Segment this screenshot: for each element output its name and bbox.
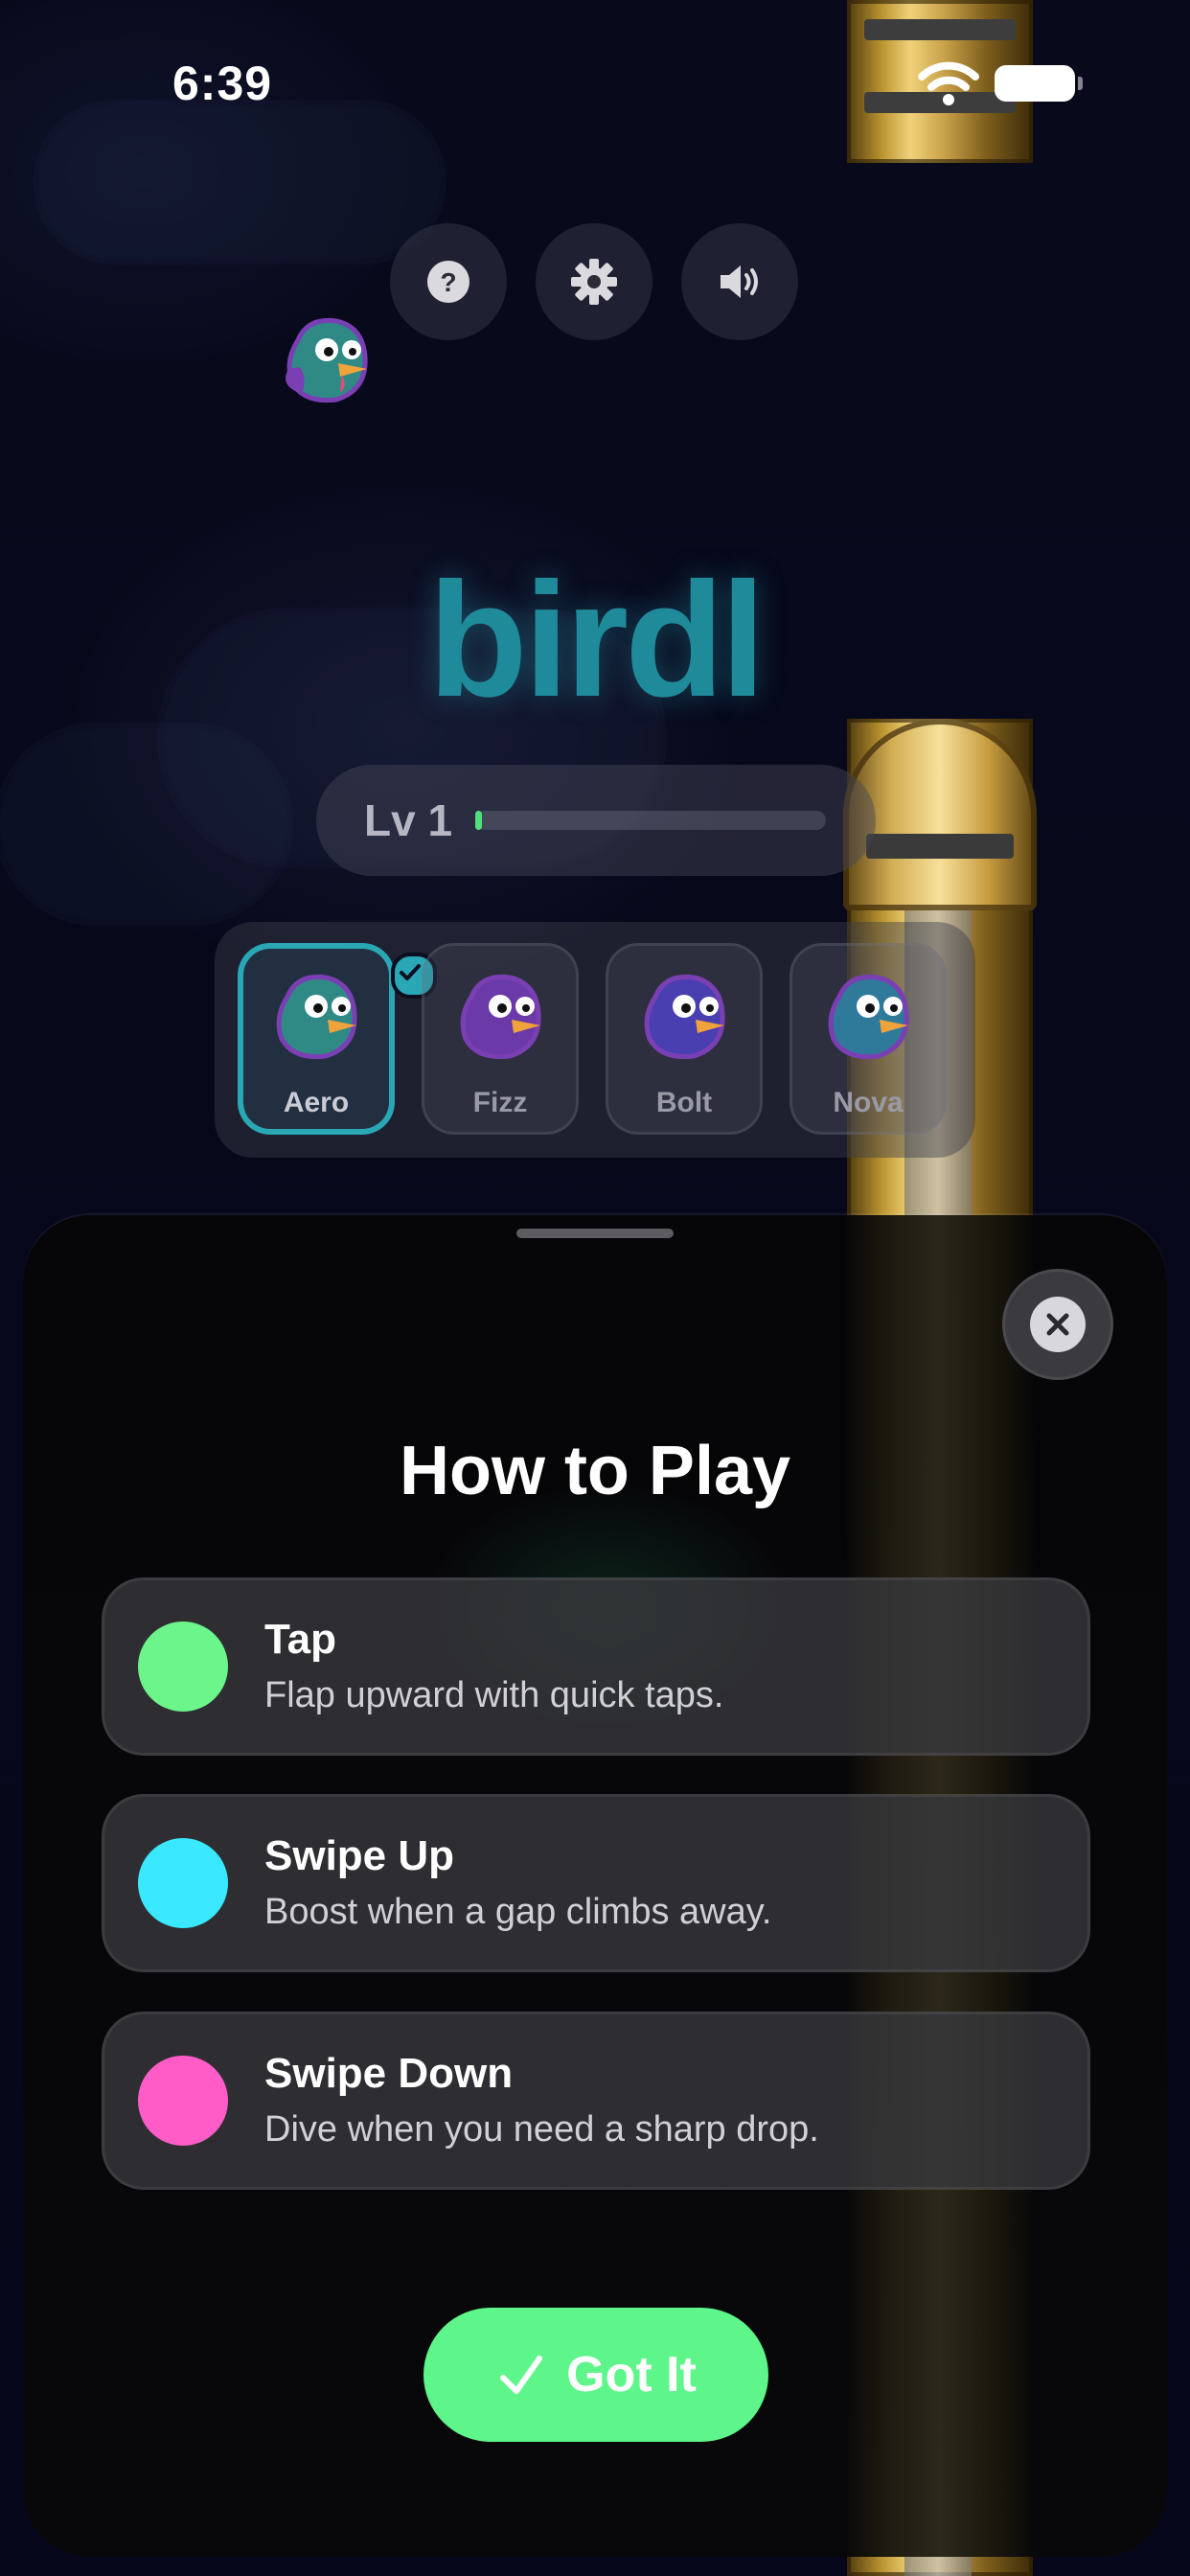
settings-button[interactable]	[536, 223, 652, 340]
instruction-title: Swipe Up	[264, 1832, 455, 1879]
close-button[interactable]	[1002, 1269, 1113, 1380]
close-icon	[1046, 1313, 1069, 1336]
sound-button[interactable]	[681, 223, 798, 340]
character-card-bolt[interactable]: Bolt	[606, 943, 763, 1135]
svg-text:?: ?	[440, 267, 456, 297]
instruction-row: Swipe Down Dive when you need a sharp dr…	[102, 2012, 1090, 2190]
character-selector: Aero Fizz Bolt Nova	[215, 922, 975, 1158]
sheet-grabber[interactable]	[516, 1229, 674, 1238]
sheet-title: How to Play	[399, 1433, 791, 1509]
how-to-play-sheet: How to Play Tap Flap upward with quick t…	[23, 1215, 1167, 2557]
help-button[interactable]: ?	[390, 223, 507, 340]
character-name: Nova	[833, 1087, 904, 1118]
tap-color-dot	[138, 1622, 228, 1712]
speaker-icon	[721, 265, 758, 298]
battery-icon	[995, 65, 1083, 102]
instruction-description: Boost when a gap climbs away.	[264, 1892, 772, 1932]
app-logo: birdl	[427, 549, 766, 731]
level-progress-fill	[475, 811, 483, 830]
bird-sprite	[460, 974, 541, 1060]
character-card-aero[interactable]: Aero	[238, 943, 437, 1135]
got-it-label: Got It	[566, 2347, 697, 2403]
bird-sprite	[828, 974, 909, 1060]
level-progress: Lv 1	[316, 765, 876, 876]
character-card-fizz[interactable]: Fizz	[422, 943, 579, 1135]
instruction-row: Swipe Up Boost when a gap climbs away.	[102, 1794, 1090, 1972]
bird-sprite	[276, 974, 357, 1060]
character-card-nova[interactable]: Nova	[790, 943, 947, 1135]
status-time: 6:39	[172, 57, 273, 110]
instruction-title: Tap	[264, 1616, 336, 1663]
cloud-decoration	[0, 728, 287, 920]
level-label: Lv 1	[364, 795, 453, 845]
gear-icon	[571, 259, 617, 305]
instruction-description: Dive when you need a sharp drop.	[264, 2109, 819, 2150]
character-name: Bolt	[655, 1087, 713, 1118]
checkmark-icon	[500, 2356, 543, 2394]
swipe-down-color-dot	[138, 2056, 228, 2146]
instruction-row: Tap Flap upward with quick taps.	[102, 1577, 1090, 1756]
swipe-up-color-dot	[138, 1838, 228, 1928]
character-name: Fizz	[472, 1087, 528, 1118]
bird-sprite	[286, 317, 368, 403]
help-icon: ?	[427, 261, 469, 303]
character-name: Aero	[283, 1087, 350, 1118]
instruction-title: Swipe Down	[264, 2050, 514, 2097]
wifi-icon	[918, 61, 979, 105]
status-bar: 6:39	[0, 0, 1190, 144]
instruction-description: Flap upward with quick taps.	[264, 1675, 724, 1715]
bird-sprite	[644, 974, 725, 1060]
got-it-button[interactable]: Got It	[423, 2308, 768, 2442]
level-progress-track	[475, 811, 826, 830]
